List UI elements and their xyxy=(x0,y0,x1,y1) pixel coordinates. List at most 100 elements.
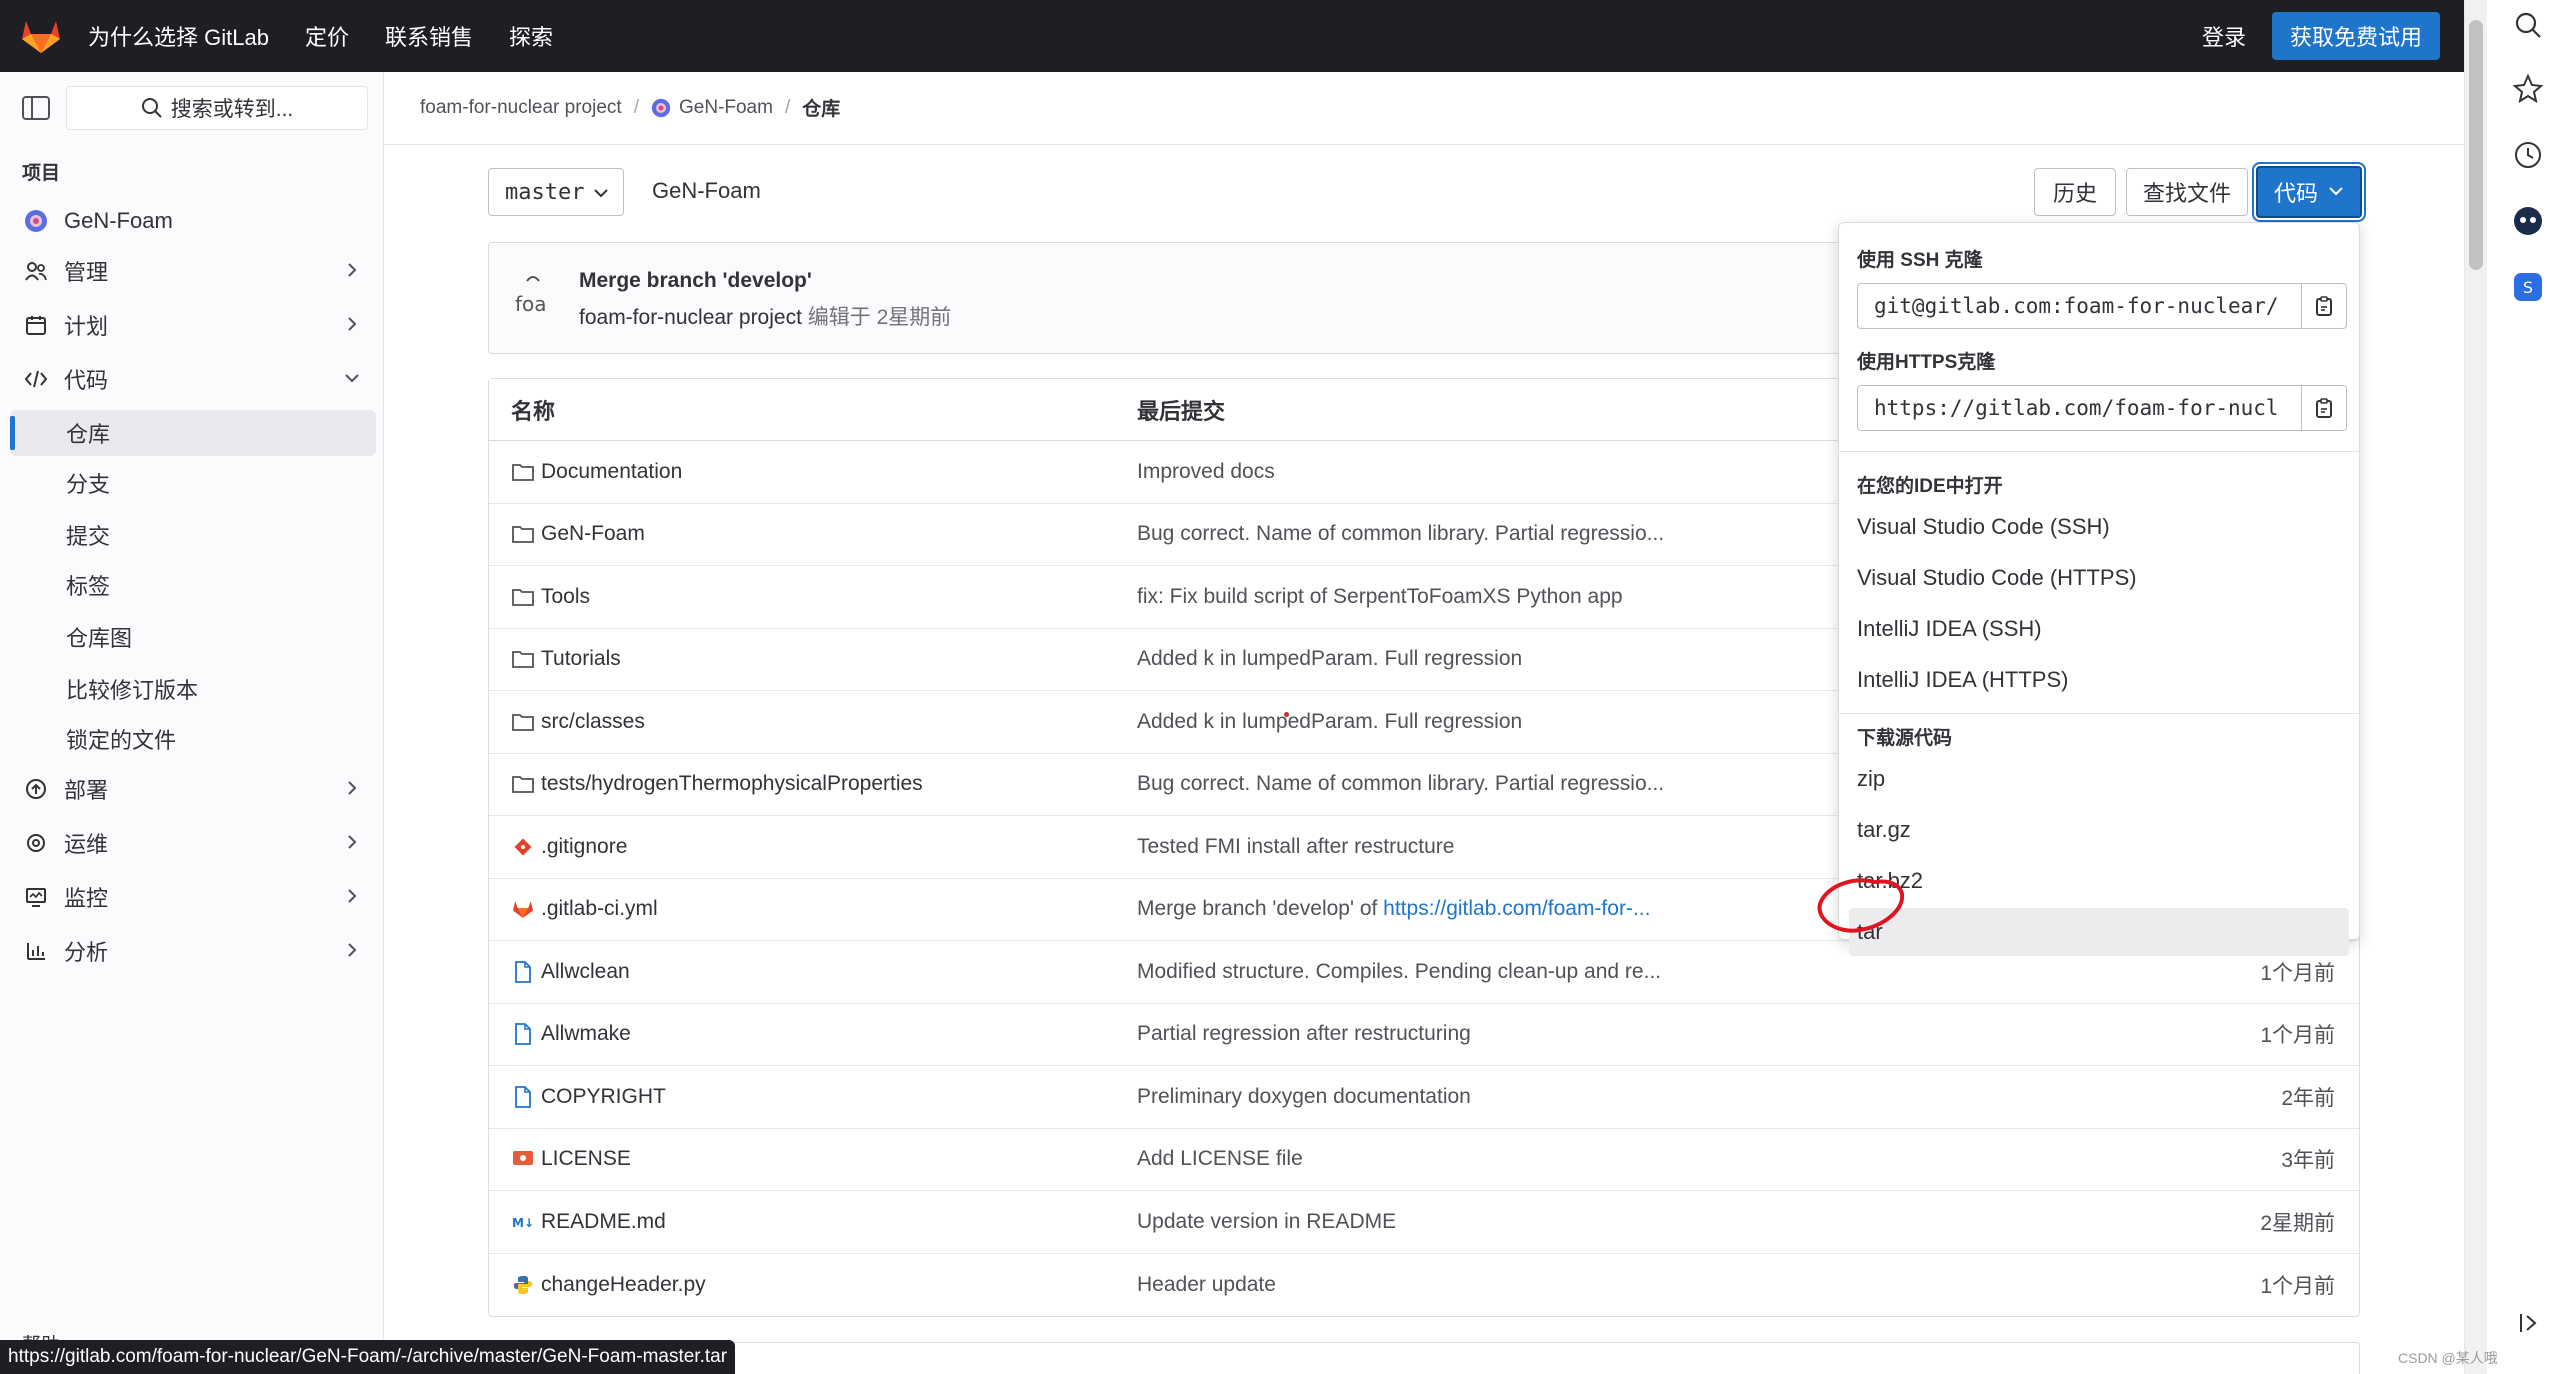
file-name-cell[interactable]: Documentation xyxy=(489,460,1137,484)
sidebar-toggle-icon[interactable] xyxy=(22,96,50,120)
commit-message[interactable]: Merge branch 'develop' of xyxy=(1137,897,1383,920)
download-zip[interactable]: zip xyxy=(1849,755,2349,803)
sidebar-item-project[interactable]: GeN-Foam xyxy=(10,198,376,244)
copy-https-url-button[interactable] xyxy=(2301,385,2347,431)
file-name[interactable]: .gitignore xyxy=(541,835,627,859)
file-name-cell[interactable]: Allwmake xyxy=(489,1022,1137,1046)
commit-message[interactable]: Improved docs xyxy=(1137,460,1275,483)
file-name[interactable]: src/classes xyxy=(541,710,645,734)
free-trial-button[interactable]: 获取免费试用 xyxy=(2271,12,2440,60)
find-file-button[interactable]: 查找文件 xyxy=(2126,168,2248,216)
sidebar-item-repo-graph[interactable]: 仓库图 xyxy=(10,614,376,660)
open-vscode-https[interactable]: Visual Studio Code (HTTPS) xyxy=(1849,554,2349,602)
table-row[interactable]: COPYRIGHT Preliminary doxygen documentati… xyxy=(489,1066,2359,1129)
table-row[interactable]: Allwmake Partial regression after restruc… xyxy=(489,1004,2359,1066)
file-name-cell[interactable]: Tutorials xyxy=(489,647,1137,671)
file-name-cell[interactable]: COPYRIGHT xyxy=(489,1085,1137,1109)
sidebar-item-manage[interactable]: 管理 xyxy=(10,248,376,294)
file-name[interactable]: .gitlab-ci.yml xyxy=(541,897,658,921)
commit-message[interactable]: Partial regression after restructuring xyxy=(1137,1022,1471,1045)
download-tar-gz[interactable]: tar.gz xyxy=(1849,806,2349,854)
file-name[interactable]: LICENSE xyxy=(541,1147,631,1171)
commit-title[interactable]: Merge branch 'develop' xyxy=(579,269,812,293)
commit-message[interactable]: Tested FMI install after restructure xyxy=(1137,835,1454,858)
commit-message[interactable]: Modified structure. Compiles. Pending cl… xyxy=(1137,960,1661,983)
download-tar[interactable]: tar xyxy=(1849,908,2349,956)
copy-ssh-url-button[interactable] xyxy=(2301,283,2347,329)
file-name-cell[interactable]: changeHeader.py xyxy=(489,1273,1137,1297)
history-button[interactable]: 历史 xyxy=(2034,168,2116,216)
commit-message[interactable]: Bug correct. Name of common library. Par… xyxy=(1137,772,1664,795)
sidebar-item-repository[interactable]: 仓库 xyxy=(10,410,376,456)
file-name-cell[interactable]: tests/hydrogenThermophysicalProperties xyxy=(489,772,1137,796)
table-row[interactable]: M↓ README.md Update version in README 2星期前 xyxy=(489,1191,2359,1254)
https-clone-url-field[interactable]: https://gitlab.com/foam-for-nucl xyxy=(1857,385,2301,431)
open-intellij-https[interactable]: IntelliJ IDEA (HTTPS) xyxy=(1849,656,2349,704)
code-dropdown-button[interactable]: 代码 xyxy=(2256,166,2362,218)
breadcrumb-project[interactable]: GeN-Foam xyxy=(679,97,773,119)
commit-message[interactable]: Header update xyxy=(1137,1273,1276,1296)
login-link[interactable]: 登录 xyxy=(2202,20,2246,52)
sidebar-item-compare[interactable]: 比较修订版本 xyxy=(10,666,376,712)
commit-message[interactable]: Add LICENSE file xyxy=(1137,1147,1303,1170)
nav-contact-sales[interactable]: 联系销售 xyxy=(385,20,473,52)
sidebar-item-locked-files[interactable]: 锁定的文件 xyxy=(10,716,376,762)
open-intellij-ssh[interactable]: IntelliJ IDEA (SSH) xyxy=(1849,605,2349,653)
sidebar-item-deploy[interactable]: 部署 xyxy=(10,766,376,812)
branch-selector[interactable]: master xyxy=(488,168,624,216)
file-name-cell[interactable]: Allwclean xyxy=(489,960,1137,984)
sidebar-item-code[interactable]: 代码 xyxy=(10,356,376,402)
file-name[interactable]: Allwclean xyxy=(541,960,630,984)
commit-message[interactable]: Update version in README xyxy=(1137,1210,1396,1233)
search-icon[interactable] xyxy=(2511,8,2545,42)
file-name[interactable]: Allwmake xyxy=(541,1022,631,1046)
file-name[interactable]: README.md xyxy=(541,1210,666,1234)
file-name[interactable]: changeHeader.py xyxy=(541,1273,706,1297)
ssh-clone-url-field[interactable]: git@gitlab.com:foam-for-nuclear/ xyxy=(1857,283,2301,329)
file-name-cell[interactable]: GeN-Foam xyxy=(489,522,1137,546)
table-row[interactable]: changeHeader.py Header update 1个月前 xyxy=(489,1254,2359,1317)
file-name-cell[interactable]: LICENSE xyxy=(489,1147,1137,1171)
sidebar-item-analyze[interactable]: 分析 xyxy=(10,928,376,974)
file-name-cell[interactable]: src/classes xyxy=(489,710,1137,734)
nav-explore[interactable]: 探索 xyxy=(509,20,553,52)
commit-message[interactable]: Bug correct. Name of common library. Par… xyxy=(1137,522,1664,545)
file-name-cell[interactable]: M↓ README.md xyxy=(489,1210,1137,1234)
sidebar-item-commits[interactable]: 提交 xyxy=(10,512,376,558)
file-name-cell[interactable]: .gitignore xyxy=(489,835,1137,859)
page-scrollbar[interactable] xyxy=(2465,0,2487,1374)
scrollbar-thumb[interactable] xyxy=(2469,20,2483,270)
commit-message[interactable]: Added k in lumpedParam. Full regression xyxy=(1137,647,1522,670)
table-row[interactable]: LICENSE Add LICENSE file 3年前 xyxy=(489,1129,2359,1191)
sidebar-item-tags[interactable]: 标签 xyxy=(10,562,376,608)
commit-author[interactable]: foam-for-nuclear project xyxy=(579,306,802,329)
file-name[interactable]: Documentation xyxy=(541,460,682,484)
translate-icon[interactable]: S xyxy=(2511,270,2545,304)
file-name-cell[interactable]: .gitlab-ci.yml xyxy=(489,897,1137,921)
nav-why-gitlab[interactable]: 为什么选择 GitLab xyxy=(88,20,269,52)
nav-pricing[interactable]: 定价 xyxy=(305,20,349,52)
file-name[interactable]: Tutorials xyxy=(541,647,621,671)
open-vscode-ssh[interactable]: Visual Studio Code (SSH) xyxy=(1849,503,2349,551)
search-box[interactable]: 搜索或转到... xyxy=(66,86,368,130)
star-icon[interactable] xyxy=(2511,72,2545,106)
commit-link[interactable]: https://gitlab.com/foam-for-... xyxy=(1383,897,1650,920)
sidebar-item-branches[interactable]: 分支 xyxy=(10,460,376,506)
commit-message[interactable]: Preliminary doxygen documentation xyxy=(1137,1085,1471,1108)
file-name-cell[interactable]: Tools xyxy=(489,585,1137,609)
sidebar-item-operate[interactable]: 运维 xyxy=(10,820,376,866)
commit-message[interactable]: fix: Fix build script of SerpentToFoamXS… xyxy=(1137,585,1623,608)
file-name[interactable]: Tools xyxy=(541,585,590,609)
sidebar-item-plan[interactable]: 计划 xyxy=(10,302,376,348)
commit-author-avatar[interactable]: foa xyxy=(513,273,557,317)
history-icon[interactable] xyxy=(2511,138,2545,172)
collapse-sidebar-icon[interactable] xyxy=(2511,1306,2545,1340)
assistant-icon[interactable] xyxy=(2511,204,2545,238)
file-name[interactable]: COPYRIGHT xyxy=(541,1085,666,1109)
download-tar-bz2[interactable]: tar.bz2 xyxy=(1849,857,2349,905)
file-name[interactable]: GeN-Foam xyxy=(541,522,645,546)
file-name[interactable]: tests/hydrogenThermophysicalProperties xyxy=(541,772,923,796)
sidebar-item-monitor[interactable]: 监控 xyxy=(10,874,376,920)
breadcrumb-current[interactable]: 仓库 xyxy=(802,94,840,121)
commit-message[interactable]: Added k in lumpedParam. Full regression xyxy=(1137,710,1522,733)
